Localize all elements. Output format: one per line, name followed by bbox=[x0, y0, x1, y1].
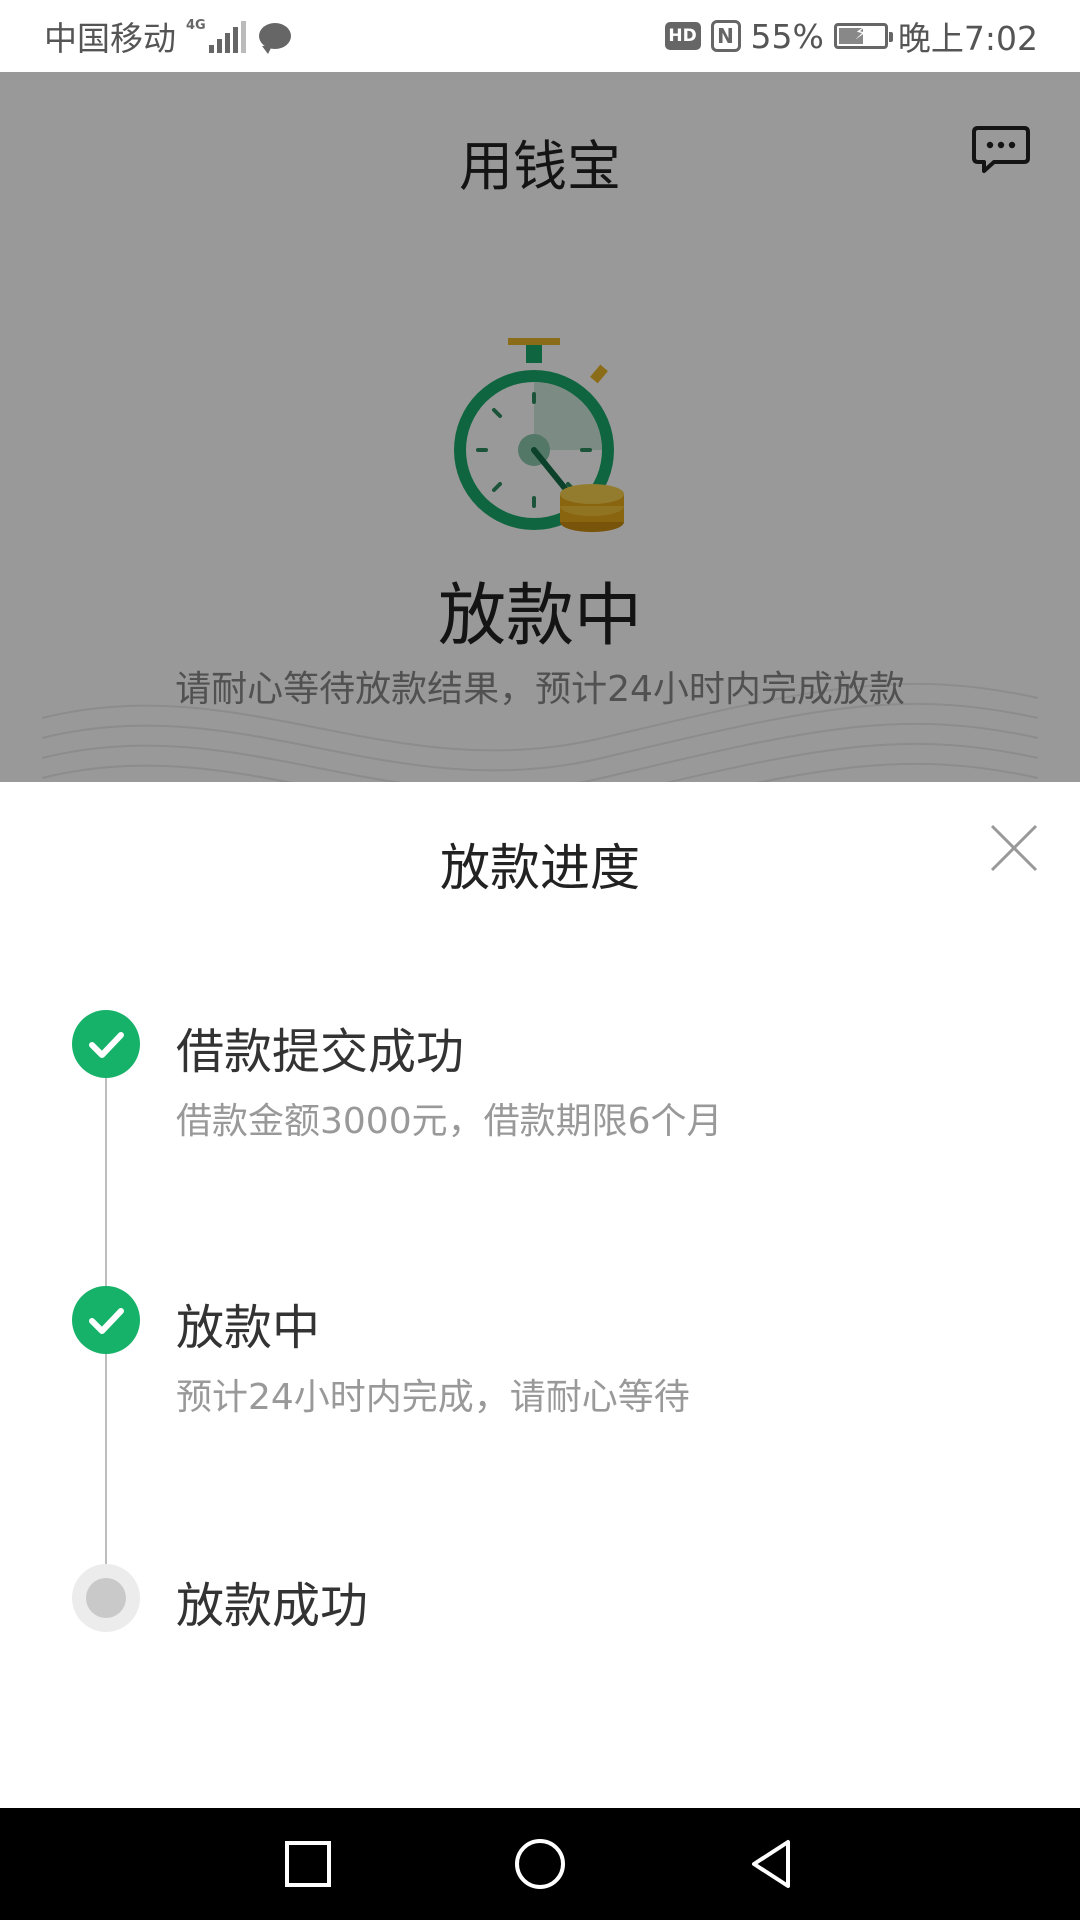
modal-overlay[interactable] bbox=[0, 72, 1080, 782]
battery-icon: ⚡ bbox=[833, 23, 893, 49]
status-bar: 中国移动 4G HD N 55% ⚡ 晚上7:02 bbox=[0, 0, 1080, 72]
square-icon[interactable] bbox=[276, 1832, 340, 1896]
progress-timeline: 借款提交成功 借款金额3000元，借款期限6个月 放款中 预计24小时内完成，请… bbox=[0, 782, 1080, 1808]
hd-icon: HD bbox=[664, 22, 701, 50]
step-title: 借款提交成功 bbox=[176, 1024, 465, 1080]
battery-percent: 55% bbox=[750, 16, 824, 56]
network-type: 4G bbox=[186, 18, 206, 33]
system-nav-bar bbox=[0, 1808, 1080, 1920]
step-pending-dot bbox=[72, 1564, 140, 1632]
status-left: 中国移动 4G bbox=[44, 0, 301, 72]
notification-chat-icon bbox=[258, 23, 291, 54]
check-icon bbox=[89, 1308, 124, 1334]
charging-icon: ⚡ bbox=[854, 23, 868, 44]
step-description: 预计24小时内完成，请耐心等待 bbox=[176, 1377, 690, 1418]
carrier-name: 中国移动 bbox=[44, 19, 176, 58]
step-title: 放款中 bbox=[176, 1300, 321, 1356]
step-title: 放款成功 bbox=[176, 1578, 369, 1634]
step-done-dot bbox=[72, 1286, 140, 1354]
check-icon bbox=[89, 1032, 124, 1058]
loan-progress-sheet: 放款进度 借款提交成功 借款金额3000元，借款期限6个月 放款中 预计24小时… bbox=[0, 782, 1080, 1808]
clock: 晚上7:02 bbox=[897, 19, 1038, 58]
signal-icon: 4G bbox=[186, 19, 249, 53]
step-done-dot bbox=[72, 1010, 140, 1078]
step-description: 借款金额3000元，借款期限6个月 bbox=[176, 1101, 723, 1142]
nfc-icon: N bbox=[710, 20, 741, 52]
circle-icon[interactable] bbox=[508, 1832, 572, 1896]
triangle-back-icon[interactable] bbox=[740, 1832, 804, 1896]
status-right: HD N 55% ⚡ 晚上7:02 bbox=[664, 0, 1038, 72]
